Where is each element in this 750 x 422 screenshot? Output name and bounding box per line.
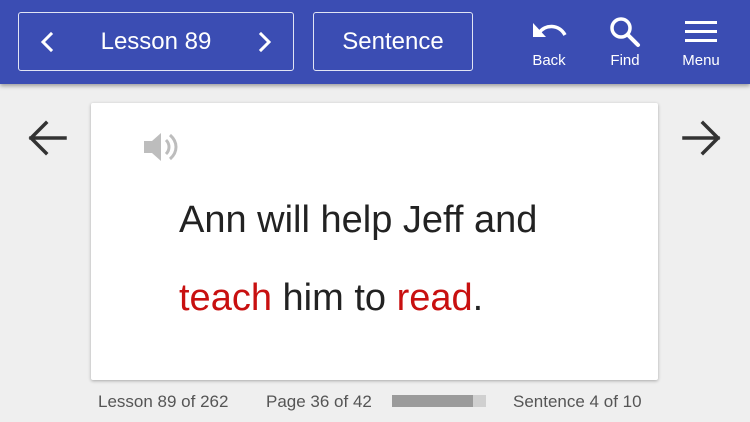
- page-progress-bar: [392, 395, 486, 407]
- sentence-part: .: [472, 277, 484, 319]
- lesson-progress-text: Lesson 89 of 262: [98, 392, 229, 411]
- undo-arrow-icon: [533, 23, 567, 37]
- arrow-right-icon: [682, 120, 721, 156]
- sentence-progress-text: Sentence 4 of 10: [513, 392, 642, 411]
- mode-button[interactable]: Sentence: [313, 12, 473, 71]
- find-label: Find: [610, 52, 640, 69]
- sentence-part: Ann will help Jeff and: [179, 199, 538, 241]
- speaker-icon: [144, 133, 178, 161]
- previous-lesson-button[interactable]: [19, 13, 75, 70]
- status-footer: Lesson 89 of 262 Page 36 of 42 Sentence …: [0, 390, 750, 414]
- arrow-left-icon: [28, 120, 67, 156]
- lesson-title[interactable]: Lesson 89: [75, 13, 237, 70]
- next-lesson-button[interactable]: [237, 13, 293, 70]
- find-button[interactable]: Find: [590, 14, 660, 76]
- previous-sentence-button[interactable]: [21, 112, 73, 164]
- search-icon: [610, 17, 640, 47]
- sentence-text: Ann will help Jeff and teach him to read…: [179, 181, 639, 337]
- highlighted-word[interactable]: read: [397, 277, 473, 319]
- play-audio-button[interactable]: [141, 127, 181, 167]
- menu-label: Menu: [682, 52, 720, 69]
- page-progress-fill: [392, 395, 473, 407]
- menu-button[interactable]: Menu: [666, 14, 736, 76]
- chevron-left-icon: [40, 31, 54, 52]
- next-sentence-button[interactable]: [676, 112, 728, 164]
- top-toolbar: Lesson 89 Sentence Back Find Menu: [0, 0, 750, 84]
- highlighted-word[interactable]: teach: [179, 277, 272, 319]
- page-progress-text: Page 36 of 42: [266, 392, 372, 411]
- chevron-right-icon: [258, 31, 272, 52]
- sentence-card: Ann will help Jeff and teach him to read…: [91, 103, 658, 380]
- sentence-part: him to: [271, 277, 397, 319]
- back-label: Back: [532, 52, 566, 69]
- back-button[interactable]: Back: [514, 14, 584, 76]
- lesson-selector: Lesson 89: [18, 12, 294, 71]
- hamburger-menu-icon: [685, 21, 717, 42]
